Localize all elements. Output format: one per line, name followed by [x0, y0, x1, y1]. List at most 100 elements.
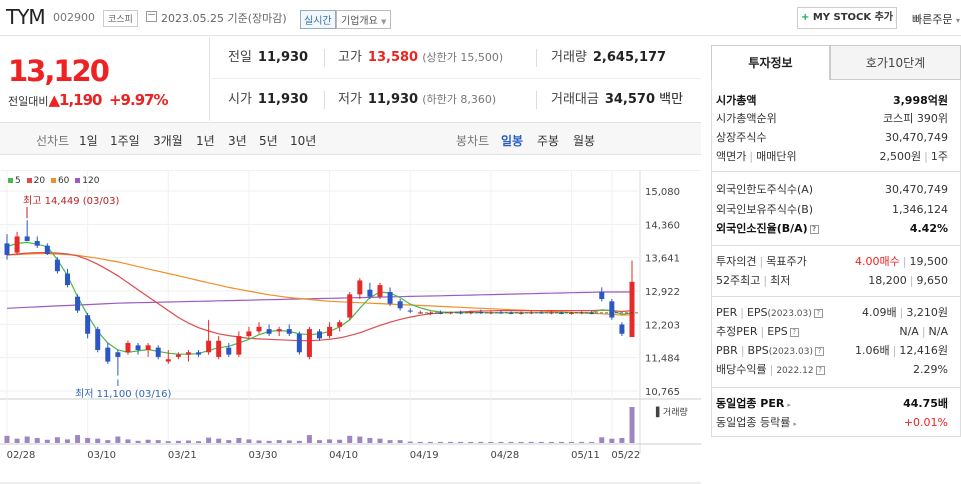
market-cap-row: 시가총액 3,998억원	[716, 92, 948, 110]
volume-bar	[508, 441, 514, 443]
shares-label: 상장주식수	[716, 131, 767, 144]
volume-bar	[458, 441, 464, 443]
opinion-label: 투자의견	[716, 255, 757, 268]
candle-body	[236, 336, 242, 355]
stock-name: TYM	[6, 5, 46, 29]
per-period: (2023.03)	[767, 309, 812, 319]
industry-per-value: 44.75배	[903, 397, 948, 410]
per-row: PER | EPS(2023.03)? 4.09배 | 3,210원	[716, 306, 948, 319]
candle-body	[327, 326, 333, 337]
amount-unit: 백만	[659, 92, 684, 107]
candle-body	[75, 296, 81, 311]
foreign-limit-row: 외국인한도주식수(A) 30,470,749	[716, 181, 948, 199]
quote-row-1: 전일 11,930 고가 13,580 (상한가 15,500) 거래량 2,645,…	[211, 37, 701, 79]
tab-3y[interactable]: 3년	[228, 132, 247, 149]
tab-orderbook[interactable]: 호가10단계	[830, 45, 961, 80]
divider	[536, 91, 537, 109]
week52-high-value: 18,200	[868, 274, 907, 287]
chevron-down-icon: ▼	[381, 18, 387, 26]
est-per-value: N/A	[899, 325, 919, 338]
unit-label: 매매단위	[756, 150, 797, 163]
x-tick-label: 05/22	[611, 450, 640, 461]
y-tick-label: 14,360	[645, 220, 680, 231]
low-annotation: 최저 11,100 (03/16)	[75, 388, 171, 400]
tab-monthly[interactable]: 월봉	[573, 132, 595, 149]
volume-bar	[276, 440, 282, 443]
volume-bar	[85, 437, 91, 443]
open-label: 시가	[228, 92, 252, 107]
help-icon[interactable]: ?	[813, 308, 823, 318]
amount-label: 거래대금	[551, 92, 599, 107]
tab-daily[interactable]: 일봉	[501, 132, 523, 149]
tab-10y[interactable]: 10년	[290, 132, 316, 149]
y-tick-label: 12,922	[645, 287, 680, 298]
tab-invest-info[interactable]: 투자정보	[711, 45, 830, 80]
candle-body	[296, 333, 302, 353]
volume-bar	[629, 407, 635, 443]
per-value: 4.09배	[862, 306, 897, 319]
candle-body	[165, 359, 171, 362]
x-tick-label: 04/28	[490, 450, 519, 461]
base-date: 2023.05.25 기준(장마감)	[161, 12, 287, 25]
volume-bar	[105, 440, 111, 443]
candle-body	[407, 310, 413, 312]
tab-1y[interactable]: 1년	[196, 132, 215, 149]
candle-body	[367, 289, 373, 297]
tab-1w[interactable]: 1주일	[110, 132, 140, 149]
prev-close: 전일 11,930	[228, 37, 308, 79]
volume-bar	[558, 441, 564, 443]
volume-bar	[569, 441, 575, 443]
opinion-value: 4.00매수	[855, 255, 900, 268]
realtime-button[interactable]: 실시간	[300, 10, 336, 29]
line-chart-label: 선차트	[36, 134, 70, 148]
cap-rank-value: 코스피 390위	[883, 112, 948, 125]
help-icon[interactable]: ?	[815, 365, 825, 375]
divider	[324, 49, 325, 67]
cap-rank-label: 시가총액순위	[716, 112, 777, 125]
low-label: 저가	[338, 92, 362, 107]
volume-bar	[589, 441, 595, 443]
shares-value: 30,470,749	[885, 131, 948, 144]
x-tick-label: 05/11	[571, 450, 600, 461]
candle-body	[14, 236, 20, 253]
candle-body	[125, 343, 131, 353]
target-label: 목표주가	[766, 255, 807, 268]
industry-rate-row: 동일업종 등락률 ▸ +0.01%	[716, 414, 948, 432]
eps-label: EPS	[746, 306, 768, 319]
candle-body	[266, 329, 272, 334]
stock-header: TYM 002900 코스피 2023.05.25 기준(장마감) 실시간 기업…	[0, 0, 961, 36]
quick-order-dropdown[interactable]: 빠른주문 ▾	[912, 11, 960, 27]
volume-bar	[236, 437, 242, 443]
candle-body	[226, 347, 232, 355]
candlestick-chart[interactable]: 15,080 14,360 13,641 12,922 12,203 11,484 10,7…	[0, 170, 701, 484]
help-icon[interactable]: ?	[814, 346, 824, 356]
chart-period-bar: 선차트 1일 1주일 3개월 1년 3년 5년 10년 봉차트 일봉 주봉 월봉	[0, 122, 701, 155]
volume-bar	[196, 441, 202, 443]
volume-bar	[44, 439, 50, 443]
par-value: 2,500원	[879, 150, 922, 163]
volume-bar	[437, 441, 443, 443]
tab-3m[interactable]: 3개월	[153, 132, 183, 149]
candle-body	[145, 345, 151, 350]
company-info-dropdown[interactable]: 기업개요 ▼	[336, 10, 392, 29]
candle-body	[4, 243, 10, 255]
tab-weekly[interactable]: 주봉	[537, 132, 559, 149]
y-tick-label: 11,484	[645, 354, 680, 365]
tab-1d[interactable]: 1일	[79, 132, 98, 149]
volume-bar	[246, 439, 252, 443]
volume-bar	[145, 439, 151, 443]
candle-body	[317, 331, 322, 339]
my-stock-add-button[interactable]: + MY STOCK 추가	[797, 7, 897, 29]
volume-bar	[54, 437, 60, 443]
x-tick-label: 03/30	[249, 450, 278, 461]
help-icon[interactable]: ?	[789, 327, 799, 337]
candle-body	[175, 354, 181, 357]
volume-bar	[64, 439, 70, 443]
tab-5y[interactable]: 5년	[259, 132, 278, 149]
amount-value: 34,570	[604, 92, 656, 107]
volume-bar	[478, 441, 484, 443]
foreign-ratio-value: 4.42%	[909, 222, 948, 235]
x-tick-label: 04/19	[410, 450, 439, 461]
volume-bar	[115, 436, 121, 443]
help-icon[interactable]: ?	[809, 224, 819, 234]
